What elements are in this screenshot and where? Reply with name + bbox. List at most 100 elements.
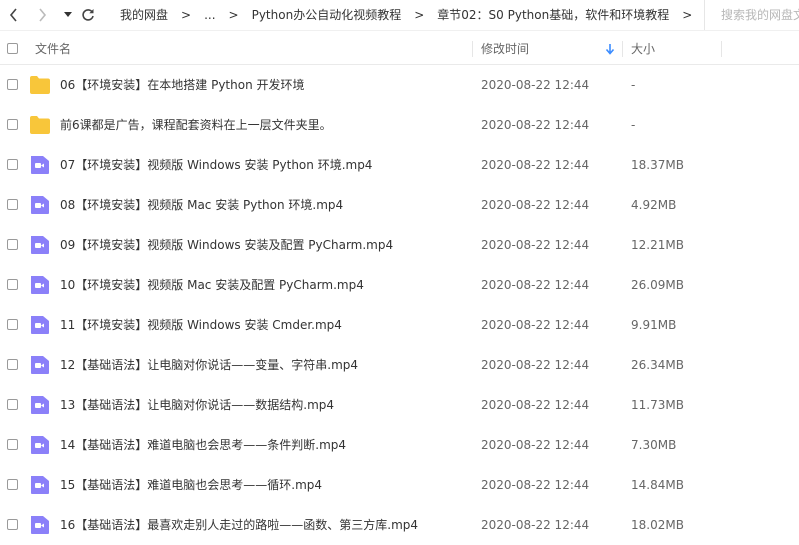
file-size: 12.21MB xyxy=(631,238,684,252)
row-checkbox[interactable] xyxy=(7,159,18,170)
video-file-icon xyxy=(31,476,49,494)
row-checkbox[interactable] xyxy=(7,319,18,330)
breadcrumb-separator: > xyxy=(181,8,192,22)
file-modified-time: 2020-08-22 12:44 xyxy=(481,278,590,292)
file-modified-time: 2020-08-22 12:44 xyxy=(481,118,590,132)
file-size: 4.92MB xyxy=(631,198,677,212)
file-name[interactable]: 09【环境安装】视频版 Windows 安装及配置 PyCharm.mp4 xyxy=(60,225,393,265)
forward-button[interactable] xyxy=(34,7,50,23)
file-name[interactable]: 16【基础语法】最喜欢走别人走过的路啦——函数、第三方库.mp4 xyxy=(60,505,418,545)
file-size: 18.02MB xyxy=(631,518,684,532)
row-checkbox[interactable] xyxy=(7,79,18,90)
video-file-icon xyxy=(31,396,49,414)
breadcrumb-separator: > xyxy=(414,8,425,22)
table-row[interactable]: 12【基础语法】让电脑对你说话——变量、字符串.mp4 2020-08-22 12… xyxy=(0,345,799,385)
file-name[interactable]: 06【环境安装】在本地搭建 Python 开发环境 xyxy=(60,65,305,105)
file-modified-time: 2020-08-22 12:44 xyxy=(481,238,590,252)
folder-icon xyxy=(30,116,50,134)
breadcrumb-separator: > xyxy=(228,8,239,22)
video-file-icon xyxy=(31,276,49,294)
file-name[interactable]: 10【环境安装】视频版 Mac 安装及配置 PyCharm.mp4 xyxy=(60,265,364,305)
video-file-icon xyxy=(31,436,49,454)
file-size: 26.09MB xyxy=(631,278,684,292)
row-checkbox[interactable] xyxy=(7,519,18,530)
column-divider[interactable] xyxy=(721,41,722,57)
file-modified-time: 2020-08-22 12:44 xyxy=(481,438,590,452)
refresh-icon xyxy=(82,9,94,21)
file-name[interactable]: 15【基础语法】难道电脑也会思考——循环.mp4 xyxy=(60,465,322,505)
table-row[interactable]: 前6课都是广告，课程配套资料在上一层文件夹里。 2020-08-22 12:44 - xyxy=(0,105,799,145)
breadcrumb-item-home[interactable]: 我的网盘 xyxy=(120,0,168,30)
video-file-icon xyxy=(31,316,49,334)
file-modified-time: 2020-08-22 12:44 xyxy=(481,318,590,332)
file-size: 9.91MB xyxy=(631,318,677,332)
file-size: - xyxy=(631,78,636,92)
select-all-checkbox[interactable] xyxy=(7,43,18,54)
file-size: 26.34MB xyxy=(631,358,684,372)
table-row[interactable]: 06【环境安装】在本地搭建 Python 开发环境 2020-08-22 12:4… xyxy=(0,65,799,105)
file-modified-time: 2020-08-22 12:44 xyxy=(481,358,590,372)
file-modified-time: 2020-08-22 12:44 xyxy=(481,478,590,492)
folder-icon xyxy=(30,76,50,94)
file-size: 14.84MB xyxy=(631,478,684,492)
file-name[interactable]: 前6课都是广告，课程配套资料在上一层文件夹里。 xyxy=(60,105,332,145)
table-header: 文件名 修改时间 大小 xyxy=(0,34,799,65)
file-modified-time: 2020-08-22 12:44 xyxy=(481,198,590,212)
table-row[interactable]: 13【基础语法】让电脑对你说话——数据结构.mp4 2020-08-22 12:4… xyxy=(0,385,799,425)
file-name[interactable]: 07【环境安装】视频版 Windows 安装 Python 环境.mp4 xyxy=(60,145,372,185)
table-row[interactable]: 11【环境安装】视频版 Windows 安装 Cmder.mp4 2020-08-… xyxy=(0,305,799,345)
row-checkbox[interactable] xyxy=(7,479,18,490)
file-modified-time: 2020-08-22 12:44 xyxy=(481,158,590,172)
row-checkbox[interactable] xyxy=(7,199,18,210)
search-input[interactable]: 搜索我的网盘文件 xyxy=(704,0,799,30)
file-name[interactable]: 13【基础语法】让电脑对你说话——数据结构.mp4 xyxy=(60,385,334,425)
caret-down-icon xyxy=(64,12,72,17)
table-row[interactable]: 09【环境安装】视频版 Windows 安装及配置 PyCharm.mp4 202… xyxy=(0,225,799,265)
breadcrumb-item-ellipsis[interactable]: ... xyxy=(204,0,215,30)
row-checkbox[interactable] xyxy=(7,119,18,130)
table-row[interactable]: 08【环境安装】视频版 Mac 安装 Python 环境.mp4 2020-08-… xyxy=(0,185,799,225)
breadcrumb-item-course[interactable]: Python办公自动化视频教程 xyxy=(252,0,402,30)
navigation-bar: 我的网盘 >... > Python办公自动化视频教程 > 章节02：S0 Python基… xyxy=(0,0,799,31)
table-row[interactable]: 10【环境安装】视频版 Mac 安装及配置 PyCharm.mp4 2020-08… xyxy=(0,265,799,305)
file-name[interactable]: 08【环境安装】视频版 Mac 安装 Python 环境.mp4 xyxy=(60,185,343,225)
history-dropdown-button[interactable] xyxy=(60,7,76,23)
video-file-icon xyxy=(31,236,49,254)
breadcrumb-item-current[interactable]: 章节02：S0 Python基础，软件和环境教程 xyxy=(437,0,669,30)
row-checkbox[interactable] xyxy=(7,359,18,370)
file-name[interactable]: 12【基础语法】让电脑对你说话——变量、字符串.mp4 xyxy=(60,345,358,385)
refresh-button[interactable] xyxy=(80,7,96,23)
column-header-modified[interactable]: 修改时间 xyxy=(481,34,529,64)
row-checkbox[interactable] xyxy=(7,239,18,250)
table-row[interactable]: 14【基础语法】难道电脑也会思考——条件判断.mp4 2020-08-22 12:… xyxy=(0,425,799,465)
file-name[interactable]: 14【基础语法】难道电脑也会思考——条件判断.mp4 xyxy=(60,425,346,465)
column-header-size[interactable]: 大小 xyxy=(631,34,655,64)
video-file-icon xyxy=(31,356,49,374)
file-name[interactable]: 11【环境安装】视频版 Windows 安装 Cmder.mp4 xyxy=(60,305,342,345)
video-file-icon xyxy=(31,196,49,214)
row-checkbox[interactable] xyxy=(7,439,18,450)
column-divider[interactable] xyxy=(622,41,623,57)
chevron-left-icon xyxy=(9,8,17,22)
row-checkbox[interactable] xyxy=(7,279,18,290)
chevron-right-icon xyxy=(39,8,47,22)
table-row[interactable]: 07【环境安装】视频版 Windows 安装 Python 环境.mp4 2020… xyxy=(0,145,799,185)
file-size: 7.30MB xyxy=(631,438,677,452)
file-size: 11.73MB xyxy=(631,398,684,412)
breadcrumb: 我的网盘 >... > Python办公自动化视频教程 > 章节02：S0 Python基… xyxy=(120,0,705,30)
video-file-icon xyxy=(31,156,49,174)
breadcrumb-separator: > xyxy=(682,8,693,22)
table-row[interactable]: 15【基础语法】难道电脑也会思考——循环.mp4 2020-08-22 12:44… xyxy=(0,465,799,505)
file-size: 18.37MB xyxy=(631,158,684,172)
file-size: - xyxy=(631,118,636,132)
column-header-name[interactable]: 文件名 xyxy=(35,34,71,64)
file-modified-time: 2020-08-22 12:44 xyxy=(481,398,590,412)
column-divider[interactable] xyxy=(472,41,473,57)
video-file-icon xyxy=(31,516,49,534)
row-checkbox[interactable] xyxy=(7,399,18,410)
file-modified-time: 2020-08-22 12:44 xyxy=(481,78,590,92)
arrow-down-icon[interactable] xyxy=(605,43,615,55)
table-row[interactable]: 16【基础语法】最喜欢走别人走过的路啦——函数、第三方库.mp4 2020-08-… xyxy=(0,505,799,545)
back-button[interactable] xyxy=(6,7,22,23)
file-modified-time: 2020-08-22 12:44 xyxy=(481,518,590,532)
